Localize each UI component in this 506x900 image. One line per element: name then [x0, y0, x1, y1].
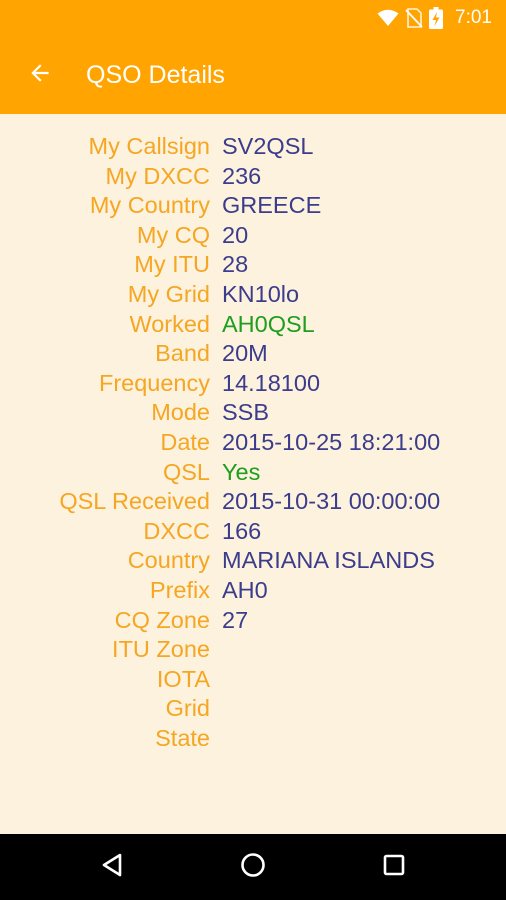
detail-value-worked-callsign: AH0QSL — [222, 310, 315, 337]
detail-row-itu-zone: ITU Zone — [0, 635, 506, 665]
detail-value: 14.18100 — [222, 369, 321, 396]
status-time: 7:01 — [455, 7, 492, 28]
detail-label: My ITU — [134, 251, 210, 278]
nav-home-button[interactable] — [233, 847, 273, 887]
no-sim-icon — [405, 8, 423, 28]
detail-row-country: Country MARIANA ISLANDS — [0, 546, 506, 576]
detail-label: State — [155, 724, 210, 751]
detail-value: KN10lo — [222, 280, 300, 307]
battery-charging-icon — [429, 7, 444, 29]
back-button[interactable] — [20, 55, 60, 95]
system-nav-bar — [0, 834, 506, 900]
detail-row-worked: Worked AH0QSL — [0, 310, 506, 340]
wifi-icon — [377, 9, 399, 27]
detail-label: Date — [160, 428, 210, 455]
detail-value: 166 — [222, 517, 262, 544]
detail-label: Worked — [129, 310, 210, 337]
detail-row-grid: Grid — [0, 694, 506, 724]
detail-row-mode: Mode SSB — [0, 398, 506, 428]
details-list: My Callsign SV2QSL My DXCC 236 My Countr… — [0, 132, 506, 753]
detail-value-qsl-status: Yes — [222, 458, 261, 485]
detail-label: QSL — [162, 458, 210, 485]
arrow-back-icon — [27, 60, 53, 91]
detail-label: IOTA — [156, 665, 210, 692]
detail-label: Mode — [151, 399, 210, 426]
detail-row-my-callsign: My Callsign SV2QSL — [0, 132, 506, 162]
detail-value: 28 — [222, 251, 249, 278]
detail-label: Grid — [165, 695, 210, 722]
detail-value: SSB — [222, 399, 270, 426]
detail-value: 20M — [222, 340, 268, 367]
app-bar: 7:01 QSO Details — [0, 0, 506, 114]
detail-row-dxcc: DXCC 166 — [0, 517, 506, 547]
detail-value: MARIANA ISLANDS — [222, 547, 435, 574]
home-circle-icon — [240, 852, 266, 883]
nav-back-button[interactable] — [93, 847, 133, 887]
qso-details-panel: My Callsign SV2QSL My DXCC 236 My Countr… — [0, 114, 506, 834]
detail-label: My Grid — [127, 280, 210, 307]
detail-row-iota: IOTA — [0, 665, 506, 695]
detail-value: 2015-10-31 00:00:00 — [222, 488, 441, 515]
detail-label: My Callsign — [88, 133, 210, 159]
detail-row-cq-zone: CQ Zone 27 — [0, 606, 506, 636]
detail-label: CQ Zone — [114, 606, 210, 633]
detail-label: My CQ — [136, 221, 210, 248]
detail-row-band: Band 20M — [0, 339, 506, 369]
detail-row-frequency: Frequency 14.18100 — [0, 369, 506, 399]
detail-label: My DXCC — [105, 162, 210, 189]
detail-row-my-itu: My ITU 28 — [0, 250, 506, 280]
detail-row-my-dxcc: My DXCC 236 — [0, 162, 506, 192]
nav-recents-button[interactable] — [374, 847, 414, 887]
detail-value: 236 — [222, 162, 262, 189]
detail-value: SV2QSL — [222, 133, 314, 159]
detail-row-my-cq: My CQ 20 — [0, 221, 506, 251]
detail-row-state: State — [0, 724, 506, 754]
toolbar: QSO Details — [0, 36, 506, 114]
detail-row-my-country: My Country GREECE — [0, 191, 506, 221]
detail-label: ITU Zone — [112, 636, 210, 663]
detail-value: 2015-10-25 18:21:00 — [222, 428, 441, 455]
detail-label: Country — [127, 547, 210, 574]
detail-label: My Country — [89, 192, 210, 219]
detail-label: Prefix — [149, 576, 210, 603]
detail-label: QSL Received — [59, 488, 210, 515]
detail-row-date: Date 2015-10-25 18:21:00 — [0, 428, 506, 458]
detail-label: Frequency — [98, 369, 210, 396]
detail-label: Band — [155, 340, 210, 367]
detail-row-prefix: Prefix AH0 — [0, 576, 506, 606]
detail-label: DXCC — [143, 517, 210, 544]
detail-value: 20 — [222, 221, 249, 248]
detail-value: 27 — [222, 606, 249, 633]
detail-value: AH0 — [222, 576, 268, 603]
detail-row-qsl: QSL Yes — [0, 458, 506, 488]
page-title: QSO Details — [86, 60, 225, 89]
detail-row-qsl-received: QSL Received 2015-10-31 00:00:00 — [0, 487, 506, 517]
recents-square-icon — [382, 853, 406, 882]
status-bar: 7:01 — [0, 0, 506, 36]
back-triangle-icon — [100, 852, 126, 883]
detail-row-my-grid: My Grid KN10lo — [0, 280, 506, 310]
detail-value: GREECE — [222, 192, 322, 219]
